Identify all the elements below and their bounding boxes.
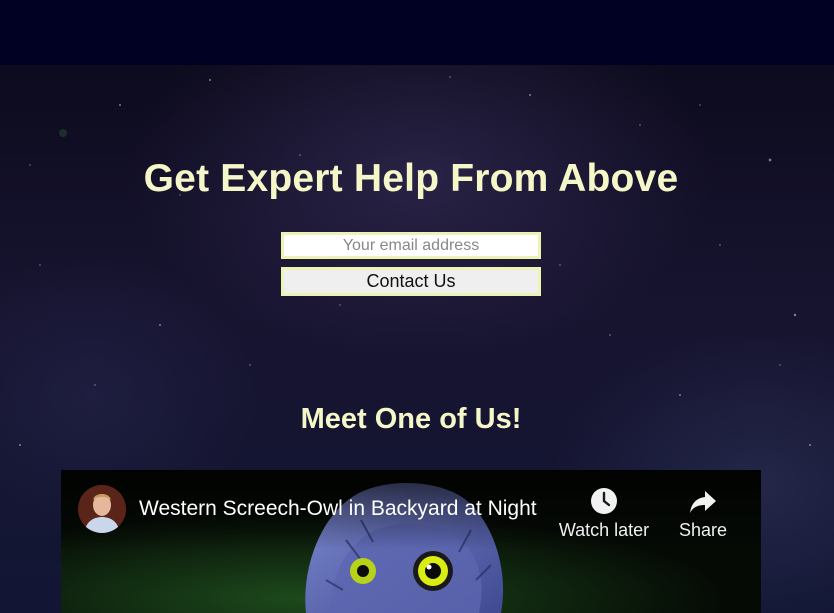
watch-later-button[interactable]: Watch later [554,486,654,541]
top-navbar [0,0,834,65]
watch-later-label: Watch later [558,520,650,540]
contact-us-button[interactable]: Contact Us [281,267,541,296]
clock-icon [591,488,617,514]
video-embed[interactable]: Western Screech-Owl in Backyard at Night… [61,470,761,613]
email-input[interactable] [281,232,541,259]
channel-avatar[interactable] [78,485,126,533]
share-arrow-icon [690,491,716,513]
share-button[interactable]: Share [653,486,753,541]
section-title: Meet One of Us! [300,403,522,435]
hero-title: Get Expert Help From Above [143,157,679,200]
video-title[interactable]: Western Screech-Owl in Backyard at Night [139,497,549,521]
hero-section: Get Expert Help From Above Contact Us Me… [0,65,834,613]
share-label: Share [678,520,728,540]
